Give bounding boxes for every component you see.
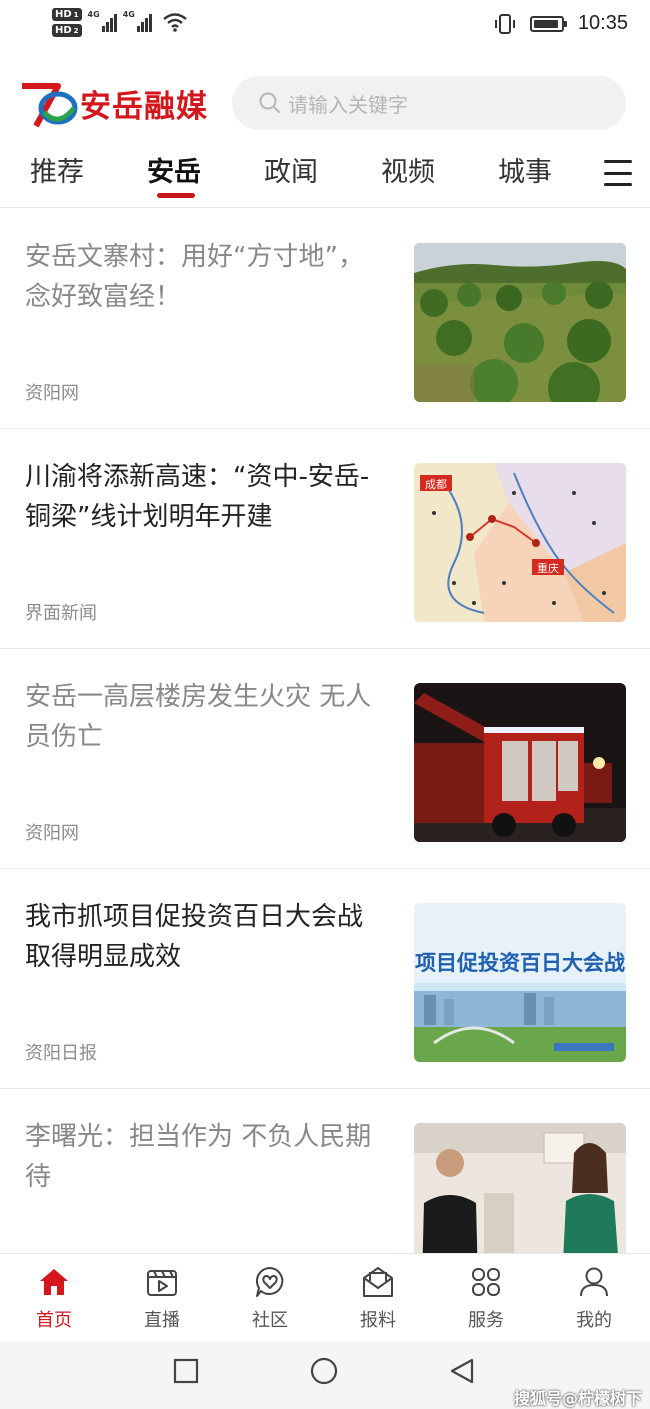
news-source: 资阳网 — [25, 823, 79, 844]
news-thumbnail-fire-truck — [414, 683, 626, 842]
profile-icon — [580, 1267, 608, 1297]
status-left: HD 1 HD 2 4G 4G — [52, 8, 188, 37]
recent-apps-icon[interactable] — [172, 1357, 200, 1385]
tab-tuijian[interactable]: 推荐 — [30, 150, 84, 189]
news-item[interactable]: 李曙光：担当作为 不负人民期待 — [0, 1089, 650, 1253]
banner-text: 项目促投资百日大会战 — [415, 951, 625, 975]
clock: 10:35 — [577, 12, 628, 34]
nav-service[interactable]: 服务 — [446, 1264, 526, 1332]
live-icon — [147, 1270, 177, 1296]
nav-label-profile: 我的 — [576, 1310, 612, 1331]
app-logo[interactable]: 安岳融媒 — [18, 78, 208, 128]
tab-anyue[interactable]: 安岳 — [147, 150, 201, 189]
news-thumbnail-map: 成都 重庆 — [414, 463, 626, 622]
nav-label-home: 首页 — [36, 1310, 72, 1331]
nav-label-report: 报料 — [360, 1310, 396, 1331]
nav-community[interactable]: 社区 — [230, 1264, 310, 1332]
map-label-chengdu: 成都 — [425, 478, 447, 491]
watermark: 搜狐号@柠檬树下 — [513, 1389, 642, 1408]
net1-label: 4G — [87, 10, 100, 19]
news-item[interactable]: 我市抓项目促投资百日大会战取得明显成效 资阳日报 项目促投资百日大会战 — [0, 869, 650, 1089]
search-icon — [259, 92, 280, 113]
status-right: 10:35 — [494, 12, 628, 35]
news-title: 我市抓项目促投资百日大会战取得明显成效 — [25, 902, 364, 972]
news-title: 安岳文寨村：用好“方寸地”，念好致富经！ — [25, 242, 364, 312]
search-bar[interactable]: 请输入关键字 — [232, 76, 626, 130]
app-header: 安岳融媒 请输入关键字 — [0, 72, 650, 134]
nav-profile[interactable]: 我的 — [554, 1264, 634, 1332]
channel-menu-icon[interactable] — [604, 160, 632, 186]
vibrate-icon — [494, 13, 515, 34]
report-icon — [363, 1267, 393, 1297]
news-item[interactable]: 川渝将添新高速：“资中-安岳-铜梁”线计划明年开建 界面新闻 成都 重庆 — [0, 429, 650, 649]
nav-home[interactable]: 首页 — [14, 1264, 94, 1332]
news-thumbnail-banner: 项目促投资百日大会战 — [414, 903, 626, 1062]
news-source: 资阳日报 — [25, 1043, 97, 1064]
tab-zhengwen[interactable]: 政闻 — [264, 150, 318, 189]
community-icon — [255, 1266, 284, 1297]
news-source: 界面新闻 — [25, 603, 97, 624]
channel-tabs: 推荐 安岳 政闻 视频 城事 — [0, 140, 650, 208]
back-icon[interactable] — [448, 1357, 476, 1385]
hd-indicators: HD 1 HD 2 — [52, 8, 82, 37]
home-button-icon[interactable] — [309, 1357, 339, 1387]
news-thumbnail-people — [414, 1123, 626, 1253]
logo-mark-icon — [22, 83, 78, 128]
hd2-badge: HD 2 — [52, 24, 82, 37]
news-source: 资阳网 — [25, 383, 79, 404]
app-name: 安岳融媒 — [80, 88, 208, 125]
nav-report[interactable]: 报料 — [338, 1264, 418, 1332]
bottom-nav: 首页 直播 社区 报料 服务 我的 — [0, 1253, 650, 1341]
news-item[interactable]: 安岳文寨村：用好“方寸地”，念好致富经！ 资阳网 — [0, 209, 650, 429]
news-item[interactable]: 安岳一高层楼房发生火灾 无人员伤亡 资阳网 — [0, 649, 650, 869]
nav-label-service: 服务 — [468, 1310, 504, 1331]
battery-icon — [529, 15, 567, 32]
tab-shipin[interactable]: 视频 — [381, 150, 435, 189]
home-icon — [40, 1269, 68, 1295]
net2-label: 4G — [122, 10, 135, 19]
nav-label-community: 社区 — [252, 1310, 288, 1331]
search-placeholder: 请输入关键字 — [288, 92, 408, 117]
signal-2-icon: 4G — [123, 10, 152, 32]
news-thumbnail-orchard — [414, 243, 626, 402]
active-tab-indicator — [157, 193, 195, 198]
signal-1-icon: 4G — [88, 10, 117, 32]
status-bar: HD 1 HD 2 4G 4G 10:35 — [0, 0, 650, 52]
news-feed[interactable]: 安岳文寨村：用好“方寸地”，念好致富经！ 资阳网 川渝将添新高速：“资中-安岳-… — [0, 209, 650, 1253]
service-icon — [472, 1268, 500, 1296]
news-title: 安岳一高层楼房发生火灾 无人员伤亡 — [25, 682, 372, 752]
hd1-badge: HD 1 — [52, 8, 82, 21]
system-nav-bar: 搜狐号@柠檬树下 — [0, 1341, 650, 1409]
news-title: 川渝将添新高速：“资中-安岳-铜梁”线计划明年开建 — [25, 462, 370, 532]
news-title: 李曙光：担当作为 不负人民期待 — [25, 1122, 372, 1192]
wifi-icon — [163, 13, 187, 32]
map-label-chongqing: 重庆 — [537, 561, 559, 575]
nav-label-live: 直播 — [144, 1310, 180, 1331]
tab-chengshi[interactable]: 城事 — [498, 150, 552, 189]
nav-live[interactable]: 直播 — [122, 1264, 202, 1332]
